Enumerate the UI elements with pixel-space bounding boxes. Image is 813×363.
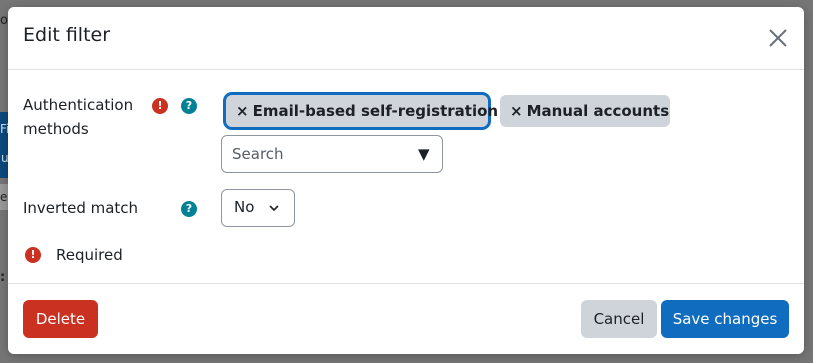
auth-methods-search-input[interactable]: [232, 144, 402, 164]
inverted-match-label: Inverted match: [23, 199, 139, 217]
save-changes-button[interactable]: Save changes: [661, 300, 789, 338]
help-icon[interactable]: ?: [181, 98, 197, 114]
modal-title: Edit filter: [23, 24, 111, 46]
close-button[interactable]: [766, 26, 790, 50]
inverted-match-select[interactable]: No: [221, 189, 295, 227]
edit-filter-dialog: Edit filter Authentication methods ! ? ×…: [8, 7, 804, 354]
close-icon: [769, 29, 787, 47]
required-icon: !: [25, 247, 41, 263]
auth-methods-search-combobox[interactable]: ▼: [221, 135, 443, 173]
dropdown-caret-icon[interactable]: ▼: [418, 145, 430, 163]
background-text-fragment: o: [0, 13, 8, 28]
auth-methods-label-line1: Authentication: [23, 96, 134, 114]
selected-tag-email-based-self-registration[interactable]: × Email-based self-registration: [226, 95, 498, 127]
tag-label: Manual accounts: [526, 102, 670, 120]
tag-label: Email-based self-registration: [252, 102, 499, 120]
remove-tag-icon[interactable]: ×: [510, 102, 523, 120]
required-icon: !: [152, 98, 168, 114]
chevron-down-icon: [269, 205, 279, 212]
inverted-match-value: No: [234, 198, 255, 216]
selected-tag-manual-accounts[interactable]: × Manual accounts: [500, 95, 670, 127]
delete-button[interactable]: Delete: [23, 300, 98, 338]
help-icon[interactable]: ?: [181, 201, 197, 217]
modal-header: Edit filter: [8, 7, 804, 70]
cancel-button[interactable]: Cancel: [581, 300, 657, 338]
required-note: Required: [56, 246, 123, 264]
auth-methods-label: Authentication methods: [23, 93, 133, 141]
auth-methods-label-line2: methods: [23, 120, 89, 138]
background-text-fragment: :: [0, 270, 6, 285]
remove-tag-icon[interactable]: ×: [236, 102, 249, 120]
